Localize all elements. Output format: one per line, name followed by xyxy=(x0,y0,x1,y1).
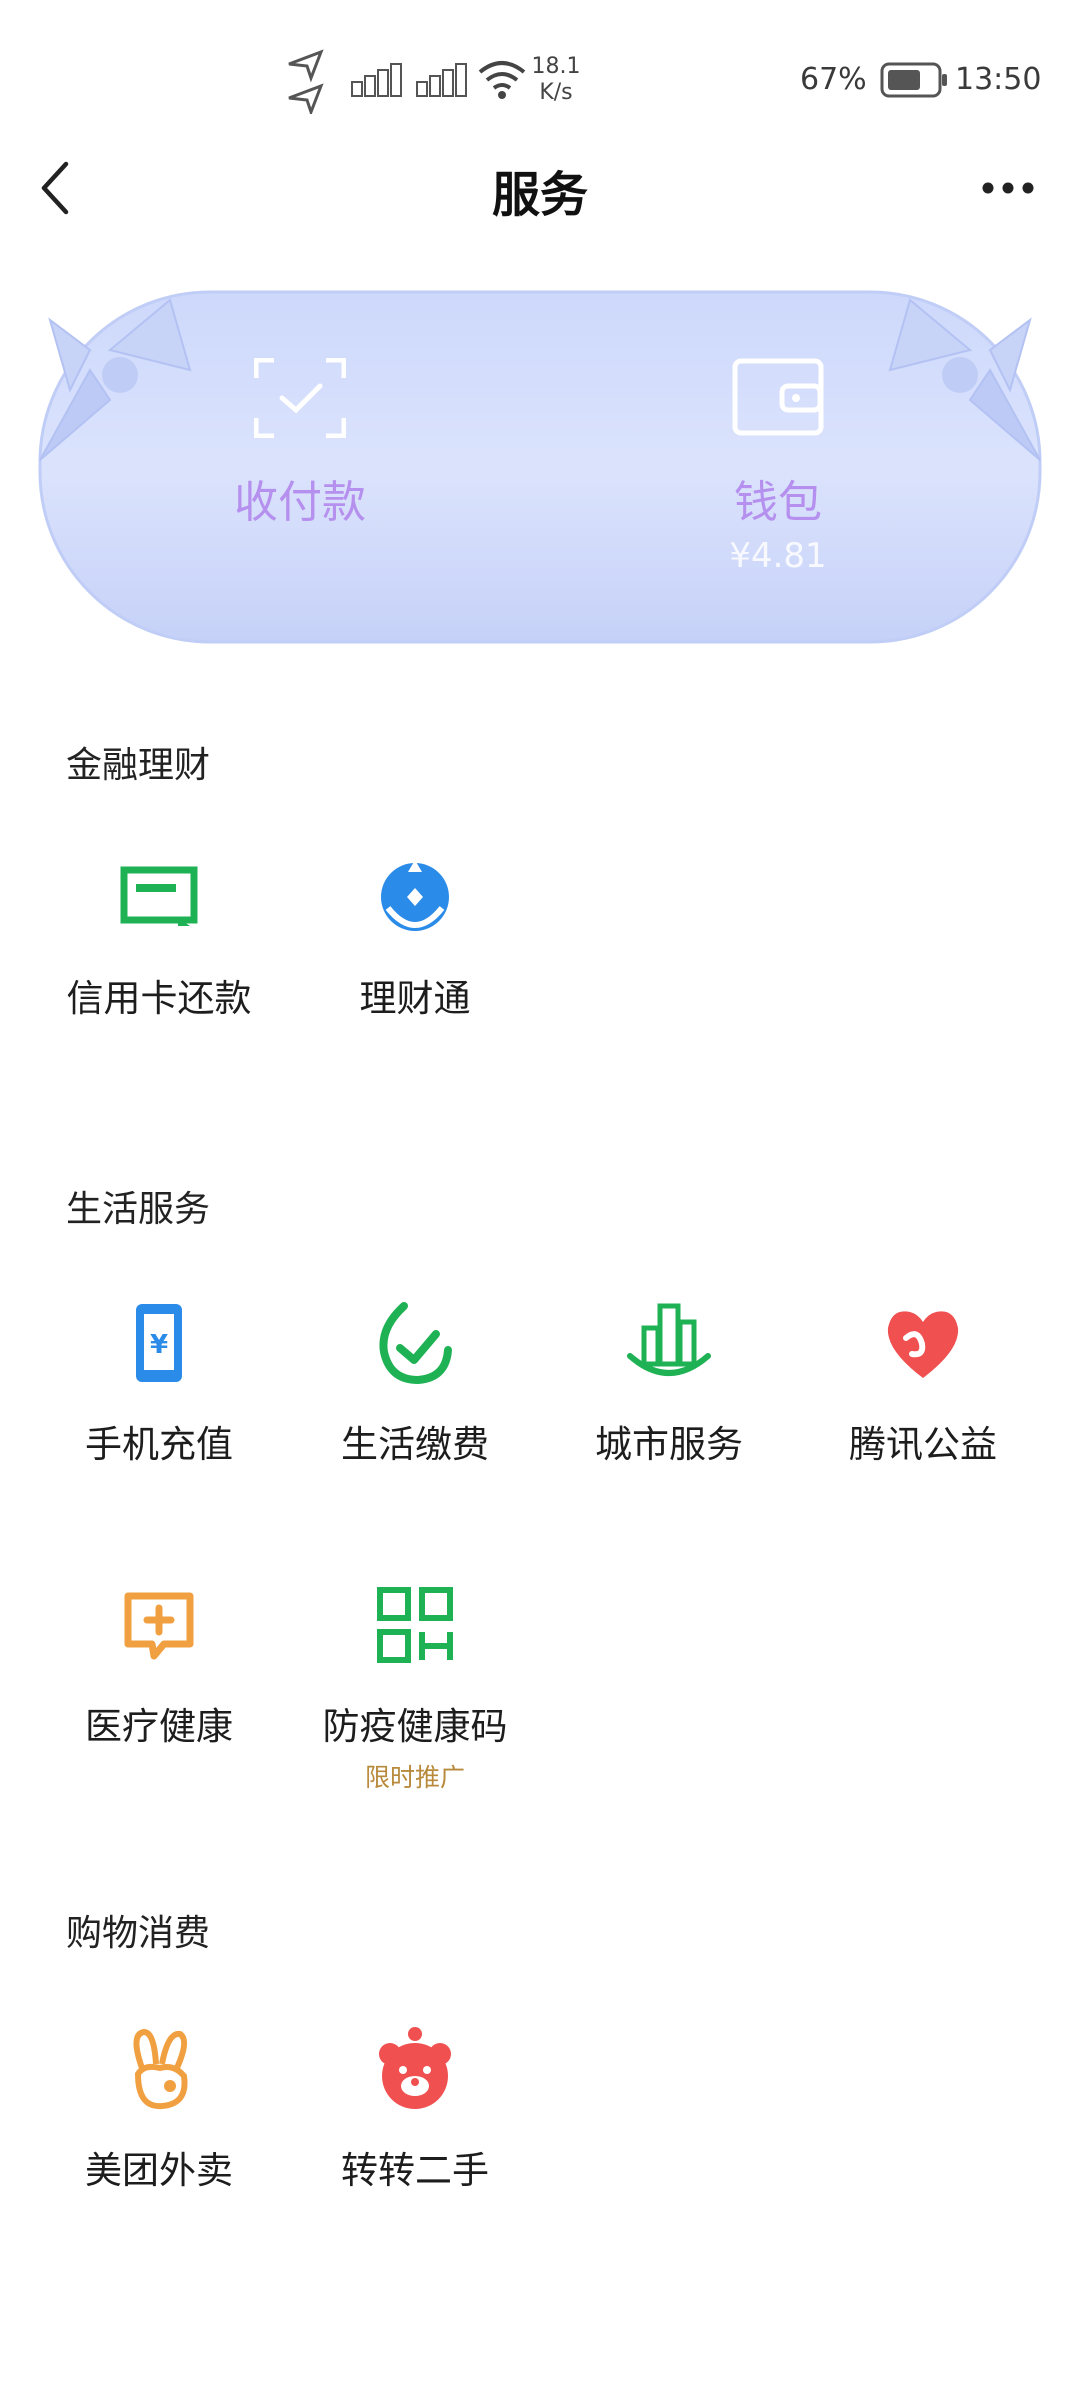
page-title: 服务 xyxy=(491,167,588,223)
licaitong-icon xyxy=(381,860,449,931)
status-bar: 18.1 K/s 67% 13:50 xyxy=(0,0,1080,160)
service-licaitong[interactable]: 理财通 xyxy=(290,852,540,1022)
utility-payment-icon xyxy=(379,1302,452,1385)
wallet-button[interactable]: 钱包 ¥4.81 xyxy=(628,358,928,576)
network-speed-unit: K/s xyxy=(539,80,573,105)
section-title-shopping: 购物消费 xyxy=(66,1913,211,1954)
network-speed: 18.1 K/s xyxy=(528,54,584,106)
signal-icon-sim1 xyxy=(351,63,402,97)
battery-icon xyxy=(880,62,947,98)
wifi-icon xyxy=(478,61,526,99)
service-label: 医疗健康 xyxy=(85,1705,233,1748)
more-options-icon[interactable] xyxy=(980,178,1036,198)
service-label: 转转二手 xyxy=(341,2149,489,2192)
service-tencent-charity[interactable]: 腾讯公益 xyxy=(798,1298,1048,1468)
service-city[interactable]: 城市服务 xyxy=(544,1298,794,1468)
charity-heart-icon xyxy=(887,1311,959,1378)
wallet-balance: ¥4.81 xyxy=(729,536,827,576)
service-medical-health[interactable]: 医疗健康 xyxy=(34,1580,284,1750)
pay-receive-button[interactable]: 收付款 xyxy=(150,358,450,530)
service-label: 城市服务 xyxy=(595,1423,743,1466)
meituan-rabbit-icon xyxy=(133,2029,188,2110)
service-health-code[interactable]: 防疫健康码 限时推广 xyxy=(290,1580,540,1794)
wallet-icon xyxy=(732,358,824,436)
service-utility-payment[interactable]: 生活缴费 xyxy=(290,1298,540,1468)
zhuanzhuan-bear-icon xyxy=(379,2027,451,2109)
health-code-icon xyxy=(377,1587,453,1663)
phone-topup-icon: ¥ xyxy=(136,1304,182,1382)
credit-card-repay-icon xyxy=(120,866,198,926)
clock: 13:50 xyxy=(955,62,1042,97)
medical-health-icon xyxy=(124,1592,194,1660)
service-zhuanzhuan[interactable]: 转转二手 xyxy=(290,2024,540,2194)
service-label: 理财通 xyxy=(359,977,471,1020)
service-label: 手机充值 xyxy=(85,1423,233,1466)
service-label: 美团外卖 xyxy=(85,2149,233,2192)
section-title-finance: 金融理财 xyxy=(66,745,211,786)
svg-text:¥: ¥ xyxy=(150,1330,168,1360)
city-service-icon xyxy=(627,1303,711,1376)
service-label: 生活缴费 xyxy=(341,1423,489,1466)
location-arrow-icon xyxy=(288,49,324,114)
payment-wallet-banner: 收付款 钱包 ¥4.81 xyxy=(30,280,1050,660)
wallet-label: 钱包 xyxy=(734,477,822,528)
network-speed-value: 18.1 xyxy=(531,54,581,79)
scan-check-icon xyxy=(254,358,346,438)
service-meituan[interactable]: 美团外卖 xyxy=(34,2024,284,2194)
service-phone-topup[interactable]: ¥ 手机充值 xyxy=(34,1298,284,1468)
service-label: 信用卡还款 xyxy=(66,977,252,1020)
service-label: 腾讯公益 xyxy=(849,1423,997,1466)
service-credit-card-repay[interactable]: 信用卡还款 xyxy=(34,852,284,1022)
promo-tag: 限时推广 xyxy=(364,1763,465,1792)
signal-icon-sim2 xyxy=(416,63,467,97)
battery-percent: 67% xyxy=(800,62,867,97)
section-title-life: 生活服务 xyxy=(66,1189,211,1230)
pay-label: 收付款 xyxy=(234,477,366,528)
service-label: 防疫健康码 xyxy=(322,1705,508,1748)
